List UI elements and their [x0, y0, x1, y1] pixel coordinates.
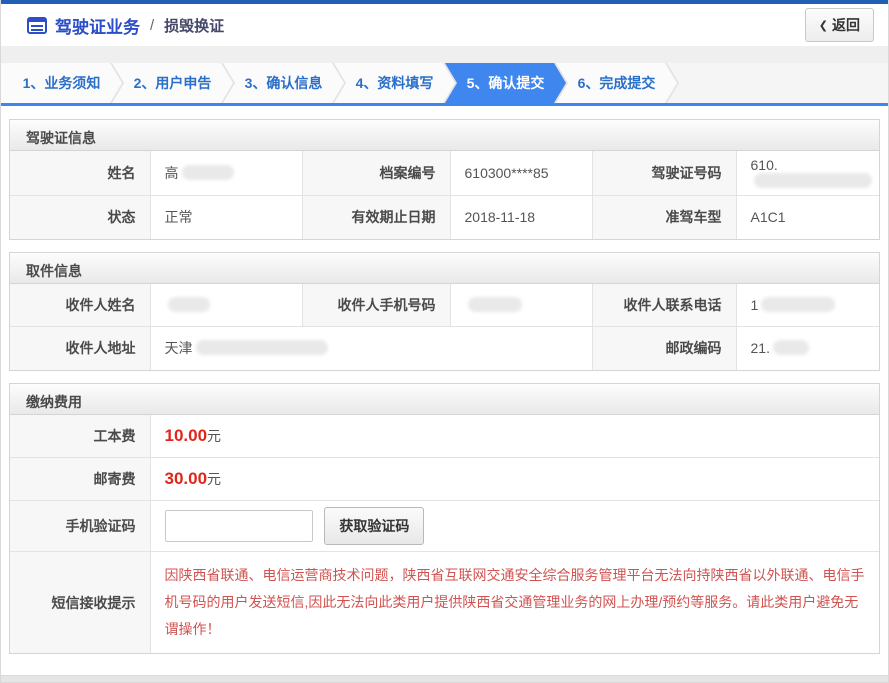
production-fee-unit: 元 — [207, 428, 221, 444]
redaction-blur — [773, 340, 809, 355]
step-navigation: 1、业务须知 2、用户申告 3、确认信息 4、资料填写 5、确认提交 6、完成提… — [1, 63, 888, 106]
name-label: 姓名 — [10, 151, 150, 196]
breadcrumb-current: 损毁换证 — [164, 15, 224, 36]
payment-section: 缴纳费用 工本费 10.00元 邮寄费 30.00元 手机验证码 获取验证码 — [9, 383, 880, 655]
main-content: 驾驶证信息 姓名 高 档案编号 610300****85 驾驶证号码 610. … — [1, 106, 888, 683]
license-info-section: 驾驶证信息 姓名 高 档案编号 610300****85 驾驶证号码 610. … — [9, 119, 880, 240]
postage-fee-label: 邮寄费 — [10, 458, 150, 501]
step-4-fill-data[interactable]: 4、资料填写 — [334, 63, 455, 103]
table-row: 状态 正常 有效期止日期 2018-11-18 准驾车型 A1C1 — [10, 196, 879, 239]
recipient-phone-label: 收件人联系电话 — [592, 284, 736, 327]
valid-until-label: 有效期止日期 — [302, 196, 450, 239]
bottom-strip — [1, 675, 888, 682]
redaction-blur — [196, 340, 328, 355]
header: 驾驶证业务 / 损毁换证 ❮ 返回 — [1, 4, 888, 46]
table-row: 短信接收提示 因陕西省联通、电信运营商技术问题，陕西省互联网交通安全综合服务管理… — [10, 552, 879, 654]
step-2-user-declaration[interactable]: 2、用户申告 — [112, 63, 233, 103]
step-nav-filler — [667, 63, 888, 103]
page: 驾驶证业务 / 损毁换证 ❮ 返回 1、业务须知 2、用户申告 3、确认信息 4… — [0, 0, 889, 683]
production-fee-amount: 10.00 — [165, 426, 208, 445]
postal-code-value: 21. — [736, 327, 879, 370]
redaction-blur — [468, 297, 522, 312]
license-menu-icon — [27, 17, 47, 34]
postage-fee-amount: 30.00 — [165, 469, 208, 488]
recipient-name-label: 收件人姓名 — [10, 284, 150, 327]
valid-until-value: 2018-11-18 — [450, 196, 592, 239]
breadcrumb: 驾驶证业务 / 损毁换证 — [27, 13, 224, 38]
payment-table: 工本费 10.00元 邮寄费 30.00元 手机验证码 获取验证码 短信接收提示 — [10, 415, 879, 654]
vehicle-class-value: A1C1 — [736, 196, 879, 239]
back-button[interactable]: ❮ 返回 — [805, 8, 874, 42]
recipient-address-label: 收件人地址 — [10, 327, 150, 370]
sms-notice-text: 因陕西省联通、电信运营商技术问题，陕西省互联网交通安全综合服务管理平台无法向持陕… — [165, 558, 866, 647]
status-value: 正常 — [150, 196, 302, 239]
file-number-label: 档案编号 — [302, 151, 450, 196]
step-1-business-notice[interactable]: 1、业务须知 — [1, 63, 122, 103]
table-row: 收件人姓名 收件人手机号码 收件人联系电话 1 — [10, 284, 879, 327]
postage-fee-unit: 元 — [207, 471, 221, 487]
license-number-value: 610. — [736, 151, 879, 196]
redaction-blur — [182, 165, 234, 180]
chevron-left-icon: ❮ — [819, 19, 828, 32]
table-row: 收件人地址 天津 邮政编码 21. — [10, 327, 879, 370]
pickup-info-title: 取件信息 — [10, 253, 879, 284]
file-number-value: 610300****85 — [450, 151, 592, 196]
table-row: 手机验证码 获取验证码 — [10, 501, 879, 552]
step-6-complete-submit[interactable]: 6、完成提交 — [556, 63, 677, 103]
table-row: 工本费 10.00元 — [10, 415, 879, 458]
page-title: 驾驶证业务 — [55, 13, 140, 38]
pickup-info-section: 取件信息 收件人姓名 收件人手机号码 收件人联系电话 1 收件人地址 天津 邮政… — [9, 252, 880, 371]
redaction-blur — [168, 297, 210, 312]
postage-fee-value: 30.00元 — [150, 458, 879, 501]
table-row: 邮寄费 30.00元 — [10, 458, 879, 501]
step-5-confirm-submit[interactable]: 5、确认提交 — [445, 63, 566, 103]
sms-notice-cell: 因陕西省联通、电信运营商技术问题，陕西省互联网交通安全综合服务管理平台无法向持陕… — [150, 552, 879, 654]
production-fee-value: 10.00元 — [150, 415, 879, 458]
step-3-confirm-info[interactable]: 3、确认信息 — [223, 63, 344, 103]
table-row: 姓名 高 档案编号 610300****85 驾驶证号码 610. — [10, 151, 879, 196]
license-info-table: 姓名 高 档案编号 610300****85 驾驶证号码 610. 状态 正常 … — [10, 151, 879, 239]
breadcrumb-separator: / — [150, 17, 154, 34]
payment-title: 缴纳费用 — [10, 384, 879, 415]
get-sms-code-button[interactable]: 获取验证码 — [324, 507, 424, 545]
sms-code-label: 手机验证码 — [10, 501, 150, 552]
sms-code-cell: 获取验证码 — [150, 501, 879, 552]
vehicle-class-label: 准驾车型 — [592, 196, 736, 239]
redaction-blur — [754, 173, 872, 188]
name-value: 高 — [150, 151, 302, 196]
postal-code-label: 邮政编码 — [592, 327, 736, 370]
redaction-blur — [761, 297, 835, 312]
recipient-mobile-value — [450, 284, 592, 327]
recipient-mobile-label: 收件人手机号码 — [302, 284, 450, 327]
license-number-label: 驾驶证号码 — [592, 151, 736, 196]
recipient-phone-value: 1 — [736, 284, 879, 327]
header-divider — [1, 46, 888, 63]
license-info-title: 驾驶证信息 — [10, 120, 879, 151]
recipient-name-value — [150, 284, 302, 327]
recipient-address-value: 天津 — [150, 327, 592, 370]
sms-code-input[interactable] — [165, 510, 313, 542]
sms-notice-label: 短信接收提示 — [10, 552, 150, 654]
pickup-info-table: 收件人姓名 收件人手机号码 收件人联系电话 1 收件人地址 天津 邮政编码 21… — [10, 284, 879, 370]
production-fee-label: 工本费 — [10, 415, 150, 458]
back-button-label: 返回 — [832, 15, 860, 35]
status-label: 状态 — [10, 196, 150, 239]
